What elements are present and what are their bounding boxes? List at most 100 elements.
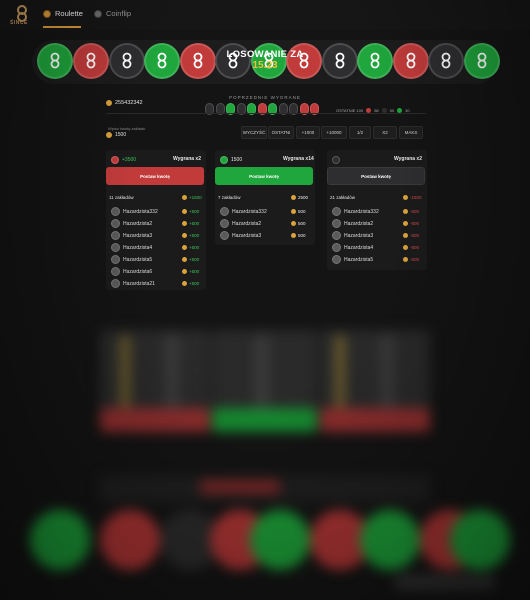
currency-coin-icon [403,257,408,262]
column-multiplier: Wygrana x2 [394,156,422,162]
bet-amount-value: 500 [298,233,306,238]
avatar [111,231,120,240]
player-name: Hazardzista2 [344,220,374,227]
avatar [332,255,341,264]
bet-amount: +500 [182,245,199,250]
bets-total-value: 2500 [298,195,309,200]
player-name: Hazardzista3 [344,232,374,239]
previous-wins-label: POPRZEDNIE WYGRANE [229,95,301,100]
player-name: Hazardzista21 [123,280,155,287]
column-head-value: 1500 [231,157,243,163]
brand-name: ŚINCE [10,20,28,26]
tab-roulette-label: Roulette [55,9,83,18]
tab-roulette[interactable]: Roulette [43,9,83,18]
bets-total-value: +1500 [189,195,202,200]
bet-row: Hazardzista332 [332,207,379,216]
countdown-title: LOSOWANIE ZA [226,49,304,60]
quick-bet-button[interactable]: X2 [373,126,397,139]
bet-amount-value: -500 [410,221,420,226]
bet-row: Hazardzista332 [220,207,267,216]
bet-row: Hazardzista6 [111,267,152,276]
currency-coin-icon [182,245,187,250]
currency-coin-icon [182,269,187,274]
avatar [111,243,120,252]
currency-coin-icon [182,257,187,262]
currency-coin-icon [291,195,296,200]
bet-amount: 500 [291,209,306,214]
bet-amount: -500 [403,245,419,250]
bet-amount-value: +500 [189,233,200,238]
currency-coin-icon [106,131,112,138]
coinflip-coin-icon [94,9,102,18]
currency-coin-icon [403,195,408,200]
bet-row: Hazardzista3 [332,231,373,240]
bet-row: Hazardzista332 [111,207,158,216]
bet-row: Hazardzista2 [111,219,152,228]
green-coin-icon [220,156,228,164]
currency-coin-icon [291,221,296,226]
avatar [111,219,120,228]
balance: 255432342 [106,100,143,106]
player-name: Hazardzista5 [123,256,153,263]
place-bet-red-button[interactable]: Postaw kwotę [106,167,204,185]
bets-total: 2500 [291,195,308,200]
quick-bet-button[interactable]: 1/2 [349,126,371,139]
currency-coin-icon [291,209,296,214]
top-nav: ŚINCE Roulette Coinflip [0,0,530,30]
player-name: Hazardzista332 [344,208,379,215]
column-header [332,156,343,164]
quick-bet-button[interactable]: +1000 [296,126,320,139]
bet-row: Hazardzista4 [332,243,373,252]
bet-amount-value: +500 [189,257,200,262]
active-tab-indicator [43,26,81,28]
avatar [111,267,120,276]
bet-amount-value: +500 [189,245,200,250]
quick-bet-button[interactable]: MAKS [399,126,423,139]
place-bet-green-button[interactable]: Postaw kwotę [215,167,313,185]
bet-amount-value: -500 [410,257,420,262]
bets-total: -1500 [403,195,422,200]
bet-amount: 500 [291,233,306,238]
place-bet-black-button[interactable]: Postaw kwotę [327,167,425,185]
blurred-background [0,300,530,600]
bet-row: Hazardzista4 [111,243,152,252]
bet-amount-value: -500 [410,245,420,250]
player-name: Hazardzista2 [123,220,153,227]
countdown-timer: 15.23 [252,60,278,71]
currency-coin-icon [182,221,187,226]
bet-row: Hazardzista2 [332,219,373,228]
bet-amount-value: -500 [410,233,420,238]
player-name: Hazardzista3 [232,232,262,239]
bet-amount-input[interactable]: 1500 [106,130,226,139]
balance-value: 255432342 [115,100,143,106]
bet-row: Hazardzista3 [111,231,152,240]
column-header: +3500 [111,156,136,164]
avatar [332,243,341,252]
quick-bet-button[interactable]: WYCZYŚĆ [241,126,267,139]
avatar [111,279,120,288]
divider [106,113,426,114]
bet-amount: -500 [403,233,419,238]
avatar [220,219,229,228]
tab-coinflip[interactable]: Coinflip [94,9,131,18]
quick-bet-button[interactable]: OSTATNI [268,126,294,139]
player-name: Hazardzista2 [232,220,262,227]
bet-amount-value: -500 [410,209,420,214]
red-coin-icon [111,156,119,164]
currency-coin-icon [182,281,187,286]
player-name: Hazardzista4 [123,244,153,251]
bet-amount: -500 [403,209,419,214]
currency-coin-icon [106,100,112,106]
bet-amount-value: +500 [189,281,200,286]
bets-count: 21 zakładów [330,195,356,200]
player-name: Hazardzista3 [123,232,153,239]
avatar [332,207,341,216]
bet-amount: +500 [182,233,199,238]
column-head-value: +3500 [122,157,137,163]
avatar [111,255,120,264]
quick-bet-button[interactable]: +10000 [321,126,347,139]
bet-amount: -500 [403,257,419,262]
bet-amount-value: 500 [298,221,306,226]
bet-amount: -500 [403,221,419,226]
avatar [111,207,120,216]
